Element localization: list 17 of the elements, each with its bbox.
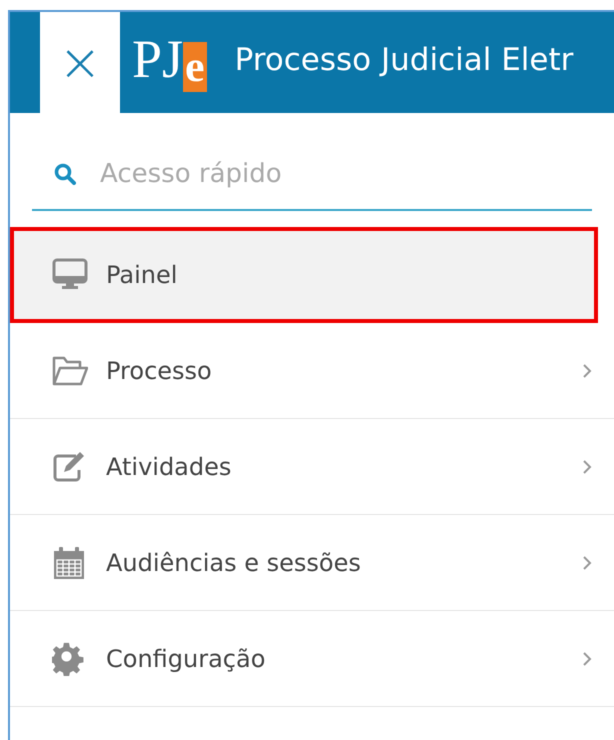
menu-label: Configuração xyxy=(106,644,266,672)
menu-label: Painel xyxy=(106,261,178,289)
logo-text: PJ xyxy=(132,32,184,86)
monitor-icon xyxy=(52,258,88,292)
menu-item[interactable]: Painel xyxy=(10,227,598,323)
app-title: Processo Judicial Eletr xyxy=(234,42,574,80)
search-icon xyxy=(54,163,76,185)
menu-label: Processo xyxy=(106,356,213,384)
menu-label: Audiências e sessões xyxy=(106,548,362,576)
menu-item[interactable]: Configuração xyxy=(10,611,614,707)
search-field[interactable]: Acesso rápido xyxy=(98,158,592,190)
menu-item[interactable]: Atividades xyxy=(10,419,614,515)
menu-label: Atividades xyxy=(106,452,232,480)
logo-accent: e xyxy=(183,42,207,92)
menu-item[interactable]: Audiências e sessões xyxy=(10,515,614,611)
menu-item[interactable]: Processo xyxy=(10,323,614,419)
close-button[interactable]: × xyxy=(40,12,120,113)
